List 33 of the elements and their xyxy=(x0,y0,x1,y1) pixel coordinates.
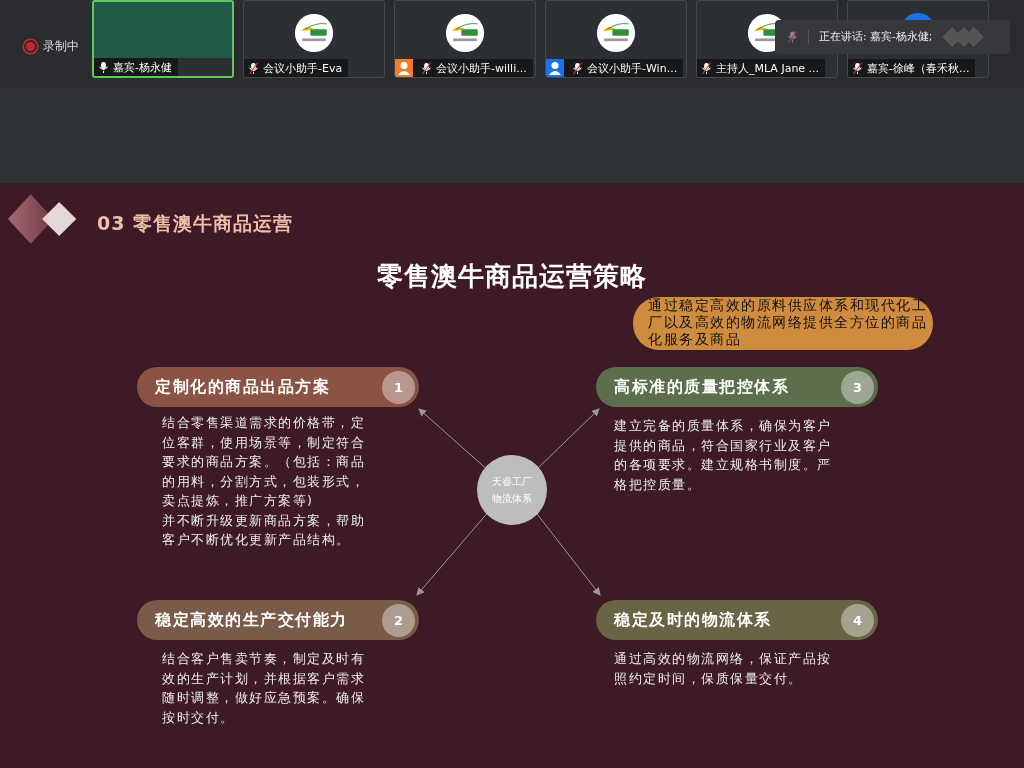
logo-avatar-icon xyxy=(294,13,334,53)
logo-avatar-icon xyxy=(596,13,636,53)
app-logo-icon xyxy=(942,27,985,47)
participant-name: 嘉宾-杨永健 xyxy=(113,59,172,75)
participant-name: 会议小助手-willi... xyxy=(436,60,527,76)
card-description: 建立完备的质量体系，确保为客户提供的商品，符合国家行业及客户的各项要求。建立规格书制度。严格把控质量。 xyxy=(614,417,833,494)
card-title: 高标准的质量把控体系 xyxy=(614,376,789,398)
participant-name: 主持人_MLA Jane ... xyxy=(716,60,820,76)
recording-label: 录制中 xyxy=(43,38,79,55)
participant-tile[interactable]: 嘉宾-杨永健 xyxy=(92,0,234,78)
number-badge: 2 xyxy=(382,603,415,637)
number-badge: 4 xyxy=(841,603,874,637)
hub-label: 物流体系 xyxy=(492,491,532,506)
card-description: 结合客户售卖节奏，制定及时有效的生产计划，并根据客户需求随时调整，做好应急预案。确保按时交付。 xyxy=(162,650,366,727)
slide-title: 零售澳牛商品运营策略 xyxy=(376,260,648,293)
callout-text: 通过稳定高效的原料供应体系和现代化工厂以及高效的物流网络提供全方位的商品化服务及商品 xyxy=(633,297,933,350)
participant-name: 嘉宾-徐峰（春禾秋... xyxy=(867,60,970,76)
card-description: 结合零售渠道需求的价格带，定位客群，使用场景等，制定符合要求的商品方案。（包括：商品的用料，分割方式，包装形式，卖点提炼，推广方案等) 并不断升级更新商品方案，帮助客户不断优化更新产品结构。 xyxy=(162,414,366,549)
section-heading: 03 零售澳牛商品运营 xyxy=(97,211,294,236)
card-description: 通过高效的物流网络，保证产品按照约定时间，保质保量交付。 xyxy=(614,650,833,688)
logo-avatar-icon xyxy=(445,13,485,53)
participant-name: 会议小助手-Win... xyxy=(587,60,678,76)
card-title: 稳定及时的物流体系 xyxy=(614,609,772,631)
participant-tile[interactable]: 会议小助手-Eva xyxy=(243,0,385,78)
card-title: 稳定高效的生产交付能力 xyxy=(155,609,348,631)
recording-icon xyxy=(26,42,35,51)
number-badge: 1 xyxy=(382,370,415,404)
participant-tile[interactable]: 会议小助手-Win... xyxy=(545,0,687,78)
card-title: 定制化的商品出品方案 xyxy=(155,376,330,398)
muted-mic-icon xyxy=(787,30,809,44)
participant-name: 会议小助手-Eva xyxy=(263,60,343,76)
number-badge: 3 xyxy=(841,370,874,404)
participant-tile[interactable]: 会议小助手-willi... xyxy=(394,0,536,78)
